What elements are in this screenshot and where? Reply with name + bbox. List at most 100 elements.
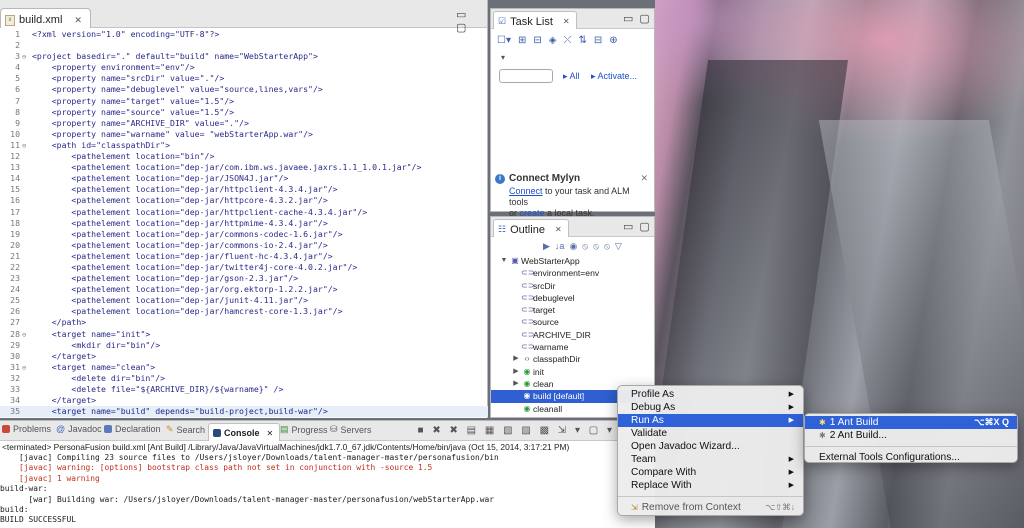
code-line[interactable]: 12 <pathelement location="bin"/> xyxy=(0,151,488,162)
code-line[interactable]: 15 <pathelement location="dep-jar/httpcl… xyxy=(0,184,488,195)
link-icon[interactable]: ⦸ xyxy=(604,241,610,252)
code-line[interactable]: 18 <pathelement location="dep-jar/httpmi… xyxy=(0,218,488,229)
close-icon[interactable]: ✕ xyxy=(267,429,274,438)
close-icon[interactable]: ✕ xyxy=(563,17,570,26)
code-line[interactable]: 31 ⊖ <target name="clean"> xyxy=(0,362,488,373)
code-line[interactable]: 4 <property environment="env"/> xyxy=(0,62,488,73)
hide-completed-icon[interactable]: ⤬ xyxy=(563,35,571,46)
outline-item[interactable]: ⊂⊃ debuglevel xyxy=(491,292,654,304)
expand-icon[interactable]: ⊕ xyxy=(609,35,617,46)
code-line[interactable]: 10 <property name="warname" value= "webS… xyxy=(0,129,488,140)
menu-item-debug-as[interactable]: Debug As ▶ xyxy=(618,401,803,414)
code-line[interactable]: 13 <pathelement location="dep-jar/com.ib… xyxy=(0,162,488,173)
close-icon[interactable]: ✕ xyxy=(640,173,648,184)
code-line[interactable]: 7 <property name="target" value="1.5"/> xyxy=(0,96,488,107)
sort-icon[interactable]: ↓a xyxy=(555,241,565,252)
tab-outline[interactable]: ☷ Outline ✕ xyxy=(493,219,569,237)
code-line[interactable]: 27 </path> xyxy=(0,317,488,328)
code-line[interactable]: 6 <property name="debuglevel" value="sou… xyxy=(0,84,488,95)
menu-item-replace-with[interactable]: Replace With ▶ xyxy=(618,479,803,492)
outline-item[interactable]: ⊂⊃ source xyxy=(491,316,654,328)
code-line[interactable]: 26 <pathelement location="dep-jar/hamcre… xyxy=(0,306,488,317)
outline-item[interactable]: ▼ ▣ WebStarterApp xyxy=(491,255,654,267)
code-line[interactable]: 17 <pathelement location="dep-jar/httpcl… xyxy=(0,207,488,218)
hide-properties-icon[interactable]: ⦸ xyxy=(582,241,588,252)
categorized-icon[interactable]: ⊞ xyxy=(518,35,526,46)
sync-icon[interactable]: ⇅ xyxy=(578,35,586,46)
code-line[interactable]: 25 <pathelement location="dep-jar/junit-… xyxy=(0,295,488,306)
minimize-maximize-icon[interactable]: ▭▢ xyxy=(623,12,656,25)
code-line[interactable]: 16 <pathelement location="dep-jar/httpco… xyxy=(0,195,488,206)
menu-item-team[interactable]: Team ▶ xyxy=(618,453,803,466)
tree-expand-icon[interactable]: ▼ xyxy=(499,255,509,267)
code-line[interactable]: 22 <pathelement location="dep-jar/twitte… xyxy=(0,262,488,273)
tab-task-list[interactable]: ☑ Task List ✕ xyxy=(493,11,577,29)
close-icon[interactable]: ✕ xyxy=(74,15,82,26)
code-line[interactable]: 35 <target name="build" depends="build-p… xyxy=(0,406,488,418)
outline-item[interactable]: ⊂⊃ srcDir xyxy=(491,280,654,292)
code-line[interactable]: 19 <pathelement location="dep-jar/common… xyxy=(0,229,488,240)
code-line[interactable]: 9 <property name="ARCHIVE_DIR" value="."… xyxy=(0,118,488,129)
code-line[interactable]: 2 xyxy=(0,40,488,51)
outline-item[interactable]: ⊂⊃ ARCHIVE_DIR xyxy=(491,329,654,341)
code-line[interactable]: 33 <delete file="${ARCHIVE_DIR}/${warnam… xyxy=(0,384,488,395)
menu-item-remove-from-context[interactable]: ⇲ Remove from Context ⌥⇧⌘↓ xyxy=(618,501,803,514)
tab-javadoc[interactable]: @ Javadoc xyxy=(56,424,102,434)
view-menu-icon[interactable]: ▾ xyxy=(501,53,505,62)
code-line[interactable]: 11 ⊖ <path id="classpathDir"> xyxy=(0,140,488,151)
hide-imports-icon[interactable]: ⦸ xyxy=(593,241,599,252)
all-link[interactable]: ▸ All xyxy=(563,71,580,82)
code-area[interactable]: 1 <?xml version="1.0" encoding="UTF-8"?> 2… xyxy=(0,29,488,418)
menu-item-open-javadoc-wizard[interactable]: Open Javadoc Wizard... xyxy=(618,440,803,453)
tab-build-xml[interactable]: x build.xml ✕ xyxy=(0,8,91,28)
tab-console[interactable]: Console ✕ xyxy=(208,423,281,441)
tab-declaration[interactable]: Declaration xyxy=(104,424,161,434)
tab-servers[interactable]: ⛁ Servers xyxy=(330,424,372,435)
code-line[interactable]: 36 <target name="cleanall" depends="clea… xyxy=(0,417,488,418)
code-line[interactable]: 32 <delete dir="bin"/> xyxy=(0,373,488,384)
menu-item-external-tools-configurations[interactable]: External Tools Configurations... xyxy=(805,451,1017,464)
console-output[interactable]: [javac] Compiling 23 source files to /Us… xyxy=(0,453,655,526)
code-line[interactable]: 3 ⊖ <project basedir="." default="build" n… xyxy=(0,51,488,62)
code-line[interactable]: 14 <pathelement location="dep-jar/JSON4J… xyxy=(0,173,488,184)
code-line[interactable]: 5 <property name="srcDir" value="."/> xyxy=(0,73,488,84)
scheduled-icon[interactable]: ⊟ xyxy=(533,35,541,46)
menu-item-2-ant-build[interactable]: ✱ 2 Ant Build... xyxy=(805,429,1017,442)
collapse-icon[interactable]: ⊟ xyxy=(594,35,602,46)
outline-item[interactable]: ▶ ‹› classpathDir xyxy=(491,353,654,365)
code-line[interactable]: 34 </target> xyxy=(0,395,488,406)
code-line[interactable]: 24 <pathelement location="dep-jar/org.ek… xyxy=(0,284,488,295)
tree-expand-icon[interactable]: ▶ xyxy=(511,366,521,378)
focus-icon[interactable]: ◈ xyxy=(549,35,557,46)
menu-item-compare-with[interactable]: Compare With ▶ xyxy=(618,466,803,479)
code-line[interactable]: 8 <property name="source" value="1.5"/> xyxy=(0,107,488,118)
tree-expand-icon[interactable]: ▶ xyxy=(511,415,521,418)
hide-internal-icon[interactable]: ◉ xyxy=(569,241,577,252)
code-line[interactable]: 28 ⊖ <target name="init"> xyxy=(0,329,488,340)
tab-problems[interactable]: Problems xyxy=(2,424,51,434)
menu-item-profile-as[interactable]: Profile As ▶ xyxy=(618,388,803,401)
menu-item-run-as[interactable]: Run As ▶ xyxy=(618,414,803,427)
view-menu-icon[interactable]: ▽ xyxy=(615,241,622,252)
connect-link[interactable]: Connect xyxy=(509,186,543,196)
outline-item[interactable]: ⊂⊃ target xyxy=(491,304,654,316)
outline-item[interactable]: ▶ ◉ init xyxy=(491,366,654,378)
tab-progress[interactable]: ▤ Progress xyxy=(280,424,328,435)
activate-link[interactable]: ▸ Activate... xyxy=(591,71,637,82)
minimize-maximize-icon[interactable]: ▭▢ xyxy=(623,220,654,233)
tree-expand-icon[interactable]: ▶ xyxy=(511,353,521,365)
code-line[interactable]: 1 <?xml version="1.0" encoding="UTF-8"?> xyxy=(0,29,488,40)
close-icon[interactable]: ✕ xyxy=(555,225,562,234)
new-task-icon[interactable]: ☐▾ xyxy=(497,35,511,46)
menu-item-validate[interactable]: Validate xyxy=(618,427,803,440)
console-toolbar[interactable]: ■ ✖ ✖ ▤ ▦ ▧ ▨ ▩ ⇲ ▾ ▢ ▾ xyxy=(418,425,615,436)
tab-search[interactable]: ✎ Search xyxy=(166,424,205,435)
tree-expand-icon[interactable]: ▶ xyxy=(511,378,521,390)
code-line[interactable]: 23 <pathelement location="dep-jar/gson-2… xyxy=(0,273,488,284)
code-line[interactable]: 20 <pathelement location="dep-jar/common… xyxy=(0,240,488,251)
code-line[interactable]: 30 </target> xyxy=(0,351,488,362)
task-filter-input[interactable] xyxy=(499,69,553,83)
outline-item[interactable]: ⊂⊃ warname xyxy=(491,341,654,353)
code-line[interactable]: 21 <pathelement location="dep-jar/fluent… xyxy=(0,251,488,262)
outline-item[interactable]: ⊂⊃ environment=env xyxy=(491,267,654,279)
